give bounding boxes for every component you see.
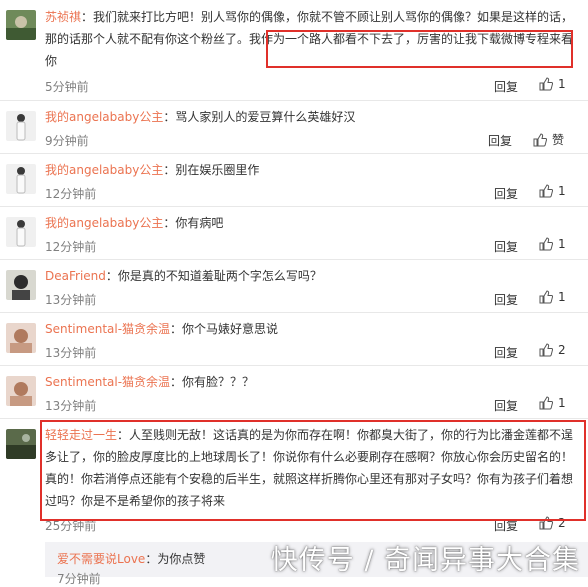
like-count: 2 [558, 343, 566, 357]
timestamp: 12分钟前 [45, 240, 97, 254]
comment-item: Sentimental-猫贪余温：你有脸？？？ 13分钟前 回复 1 [0, 366, 588, 419]
like-count: 1 [558, 184, 566, 198]
watermark: 快传号 / 奇闻异事大合集 [270, 545, 580, 576]
comment-body: ：你个马婊好意思说 [170, 322, 279, 336]
username-link[interactable]: 苏祯祺 [45, 10, 81, 24]
comment-text: DeaFriend：你是真的不知道羞耻两个字怎么写吗？ [45, 265, 574, 287]
highlight-box [40, 420, 586, 521]
comment-text: 我的angelababy公主：你有病吧 [45, 212, 574, 234]
reply-button[interactable]: 回复 [494, 185, 518, 202]
comment-item: DeaFriend：你是真的不知道羞耻两个字怎么写吗？ 13分钟前 回复 1 [0, 260, 588, 313]
like-button[interactable]: 1 [539, 290, 566, 304]
comment-body: ：骂人家别人的爱豆算什么英雄好汉 [163, 110, 356, 124]
thumbs-up-icon [539, 237, 553, 251]
thumbs-up-icon [539, 77, 553, 91]
like-button[interactable]: 1 [539, 77, 566, 91]
comment-item: 我的angelababy公主：你有病吧 12分钟前 回复 1 [0, 207, 588, 260]
reply-button[interactable]: 回复 [494, 344, 518, 361]
like-count: 1 [558, 237, 566, 251]
reply-button[interactable]: 回复 [488, 132, 512, 149]
avatar[interactable] [6, 164, 36, 194]
username-link[interactable]: DeaFriend [45, 269, 106, 283]
comment-body: ：你有脸？？？ [170, 375, 255, 389]
timestamp: 13分钟前 [45, 293, 97, 307]
username-link[interactable]: 我的angelababy公主 [45, 163, 163, 177]
username-link[interactable]: 我的angelababy公主 [45, 110, 163, 124]
like-count: 赞 [552, 133, 565, 147]
username-link[interactable]: Sentimental-猫贪余温 [45, 322, 170, 336]
timestamp: 13分钟前 [45, 346, 97, 360]
reply-button[interactable]: 回复 [494, 78, 518, 95]
comment-body: ：你有病吧 [163, 216, 224, 230]
comment-body: ：别在娱乐圈里作 [163, 163, 260, 177]
timestamp: 13分钟前 [45, 399, 97, 413]
comment-text: 我的angelababy公主：骂人家别人的爱豆算什么英雄好汉 [45, 106, 574, 128]
like-count: 1 [558, 396, 566, 410]
reply-button[interactable]: 回复 [494, 238, 518, 255]
comment-text: Sentimental-猫贪余温：你有脸？？？ [45, 371, 574, 393]
like-count: 1 [558, 290, 566, 304]
comment-text: 我的angelababy公主：别在娱乐圈里作 [45, 159, 574, 181]
comment-item: 我的angelababy公主：别在娱乐圈里作 12分钟前 回复 1 [0, 154, 588, 207]
avatar[interactable] [6, 10, 36, 40]
thumbs-up-icon [539, 290, 553, 304]
thumbs-up-icon [539, 396, 553, 410]
thumbs-up-icon [539, 343, 553, 357]
avatar[interactable] [6, 111, 36, 141]
comment-body: ：为你点赞 [145, 552, 206, 566]
timestamp: 9分钟前 [45, 134, 89, 148]
like-button[interactable]: 1 [539, 184, 566, 198]
reply-button[interactable]: 回复 [494, 291, 518, 308]
thumbs-up-icon [533, 132, 547, 146]
timestamp: 12分钟前 [45, 187, 97, 201]
avatar[interactable] [6, 429, 36, 459]
comment-item: 我的angelababy公主：骂人家别人的爱豆算什么英雄好汉 9分钟前 回复 赞 [0, 101, 588, 154]
username-link[interactable]: 爱不需要说Love [57, 552, 145, 566]
like-button[interactable]: 1 [539, 237, 566, 251]
comment-item: Sentimental-猫贪余温：你个马婊好意思说 13分钟前 回复 2 [0, 313, 588, 366]
like-button[interactable]: 赞 [533, 131, 564, 148]
highlight-box [266, 30, 573, 68]
avatar[interactable] [6, 376, 36, 406]
timestamp: 7分钟前 [57, 572, 101, 586]
reply-button[interactable]: 回复 [494, 397, 518, 414]
like-count: 1 [558, 77, 566, 91]
like-button[interactable]: 2 [539, 343, 566, 357]
avatar[interactable] [6, 217, 36, 247]
avatar[interactable] [6, 323, 36, 353]
comment-text: Sentimental-猫贪余温：你个马婊好意思说 [45, 318, 574, 340]
like-button[interactable]: 1 [539, 396, 566, 410]
username-link[interactable]: 我的angelababy公主 [45, 216, 163, 230]
thumbs-up-icon [539, 184, 553, 198]
comment-body: ：你是真的不知道羞耻两个字怎么写吗？ [105, 269, 322, 283]
timestamp: 5分钟前 [45, 80, 89, 94]
username-link[interactable]: Sentimental-猫贪余温 [45, 375, 170, 389]
avatar[interactable] [6, 270, 36, 300]
